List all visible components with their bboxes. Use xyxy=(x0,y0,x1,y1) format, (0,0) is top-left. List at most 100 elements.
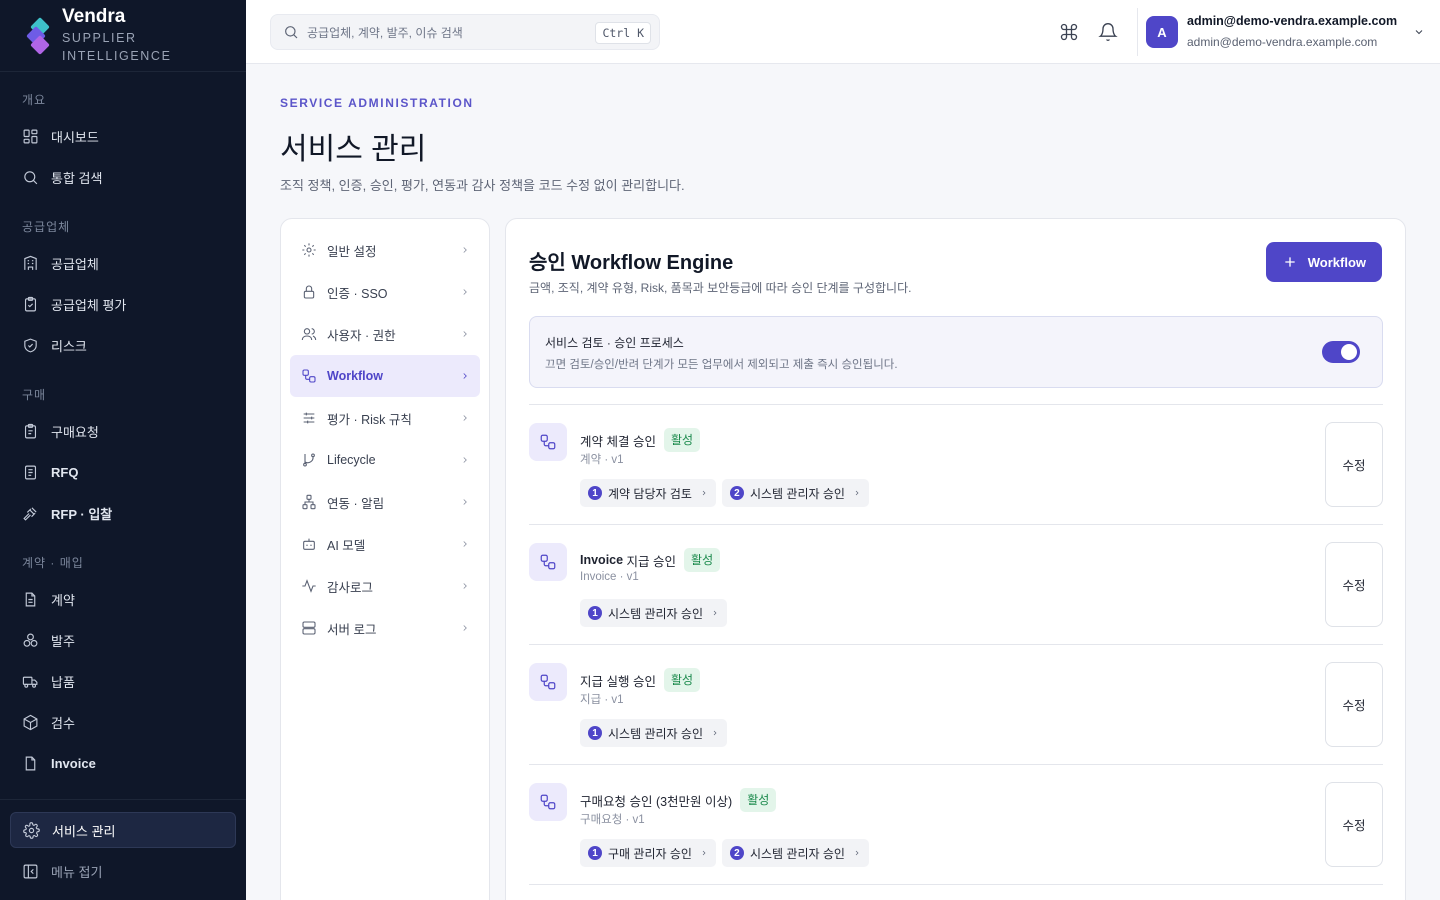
settings-nav-evaluation-risk[interactable]: 평가 · Risk 규칙 xyxy=(290,397,480,439)
sidebar-item-risk[interactable]: 리스크 xyxy=(10,327,236,363)
server-icon xyxy=(302,621,316,635)
sidebar-item-search[interactable]: 통합 검색 xyxy=(10,159,236,195)
status-badge: 활성 xyxy=(740,788,777,812)
sidebar-item-purchase-request[interactable]: 구매요청 xyxy=(10,413,236,449)
workflow-title: 구매요청 승인 (3천만원 이상) xyxy=(580,794,733,809)
chevron-right-icon xyxy=(463,331,467,337)
gear-icon xyxy=(302,243,316,257)
settings-nav-auth-sso[interactable]: 인증 · SSO xyxy=(290,271,480,313)
page-title: 서비스 관리 xyxy=(280,133,427,166)
edit-workflow-button[interactable]: 수정 xyxy=(1325,662,1383,747)
collapse-menu-button[interactable]: 메뉴 접기 xyxy=(10,853,236,889)
sidebar-item-inspection[interactable]: 검수 xyxy=(10,704,236,740)
nav-section-purchasing: 구매 xyxy=(22,388,47,402)
workflow-steps: 1 시스템 관리자 승인 xyxy=(580,719,733,747)
settings-nav-label: 연동 · 알림 xyxy=(327,496,385,511)
status-badge: 활성 xyxy=(684,548,721,572)
sidebar-item-invoice[interactable]: Invoice xyxy=(10,745,236,781)
global-search-input[interactable]: 공급업체, 계약, 발주, 이슈 검색 Ctrl K xyxy=(270,14,660,50)
settings-nav-ai-model[interactable]: AI 모델 xyxy=(290,523,480,565)
chevron-right-icon xyxy=(463,625,467,631)
workflow-row: 계약 체결 승인 활성 계약 · v1 1 계약 담당자 검토 2 시스템 관리… xyxy=(529,405,1383,525)
chevron-right-icon xyxy=(702,490,706,496)
sidebar-item-delivery[interactable]: 납품 xyxy=(10,663,236,699)
approval-process-toggle[interactable] xyxy=(1322,341,1360,363)
sidebar-item-label: 공급업체 xyxy=(51,256,99,272)
workflow-step[interactable]: 2 시스템 관리자 승인 xyxy=(721,479,869,507)
settings-nav-workflow[interactable]: Workflow xyxy=(290,355,480,397)
chevron-right-icon xyxy=(463,583,467,589)
chevron-right-icon xyxy=(855,850,859,856)
edit-workflow-button[interactable]: 수정 xyxy=(1325,422,1383,507)
search-shortcut-badge: Ctrl K xyxy=(595,22,651,44)
workflow-meta: 구매요청 · v1 xyxy=(580,814,645,826)
workflow-icon xyxy=(302,369,316,383)
chevron-right-icon xyxy=(463,415,467,421)
panel-title: 승인 Workflow Engine xyxy=(529,246,733,275)
step-label: 계약 담당자 검토 xyxy=(608,486,692,501)
workflow-step[interactable]: 1 구매 관리자 승인 xyxy=(580,839,716,867)
settings-nav-label: Lifecycle xyxy=(327,453,376,467)
user-menu[interactable]: A admin@demo-vendra.example.com admin@de… xyxy=(1137,8,1425,56)
workflow-meta: Invoice · v1 xyxy=(580,571,639,583)
workflow-title-bold: Invoice xyxy=(580,553,624,567)
edit-workflow-button[interactable]: 수정 xyxy=(1325,542,1383,627)
chevron-right-icon xyxy=(463,499,467,505)
sidebar-item-label: RFP · 입찰 xyxy=(51,506,113,522)
workflow-name: Invoice 지급 승인 활성 xyxy=(580,548,721,572)
edit-workflow-button[interactable]: 수정 xyxy=(1325,782,1383,867)
settings-nav-label: 감사로그 xyxy=(327,580,374,595)
workflow-name: 계약 체결 승인 활성 xyxy=(580,428,701,452)
brand[interactable]: Vendra SUPPLIER INTELLIGENCE xyxy=(0,0,246,72)
workflow-step[interactable]: 1 계약 담당자 검토 xyxy=(580,479,716,507)
sidebar-item-purchase-order[interactable]: 발주 xyxy=(10,622,236,658)
settings-nav-integrations[interactable]: 연동 · 알림 xyxy=(290,481,480,523)
chevron-right-icon xyxy=(713,730,717,736)
command-button[interactable] xyxy=(1059,22,1079,42)
workflow-step[interactable]: 1 시스템 관리자 승인 xyxy=(580,719,727,747)
sliders-icon xyxy=(303,412,315,424)
user-email: admin@demo-vendra.example.com xyxy=(1187,35,1378,49)
toggle-description: 끄면 검토/승인/반려 단계가 모든 업무에서 제외되고 제출 즉시 승인됩니다… xyxy=(545,359,898,371)
sidebar-item-suppliers[interactable]: 공급업체 xyxy=(10,245,236,281)
settings-nav-label: 일반 설정 xyxy=(327,244,377,259)
chevron-right-icon xyxy=(463,247,467,253)
settings-nav-label: 인증 · SSO xyxy=(327,286,388,301)
sidebar-item-contract[interactable]: 계약 xyxy=(10,581,236,617)
sidebar-item-dashboard[interactable]: 대시보드 xyxy=(10,118,236,154)
notifications-button[interactable] xyxy=(1098,22,1118,42)
sidebar-item-supplier-evaluation[interactable]: 공급업체 평가 xyxy=(10,286,236,322)
bell-icon xyxy=(1098,23,1118,42)
status-badge: 활성 xyxy=(663,668,701,692)
sidebar-item-label: 검수 xyxy=(51,715,75,731)
sidebar-item-label: RFQ xyxy=(51,464,79,480)
sidebar-item-label: Invoice xyxy=(51,755,96,771)
workflow-step[interactable]: 2 시스템 관리자 승인 xyxy=(721,839,869,867)
settings-nav-server-log[interactable]: 서버 로그 xyxy=(290,607,480,649)
collapse-menu-label: 메뉴 접기 xyxy=(51,864,103,880)
workflow-step[interactable]: 1 시스템 관리자 승인 xyxy=(580,599,727,627)
settings-nav-lifecycle[interactable]: Lifecycle xyxy=(290,439,480,481)
chevron-right-icon xyxy=(702,850,706,856)
approval-process-setting: 서비스 검토 · 승인 프로세스 끄면 검토/승인/반려 단계가 모든 업무에서… xyxy=(529,316,1383,388)
sidebar: Vendra SUPPLIER INTELLIGENCE 개요 대시보드 통합 … xyxy=(0,0,246,900)
network-icon xyxy=(302,494,316,510)
shield-check-icon xyxy=(24,338,37,352)
settings-nav-general[interactable]: 일반 설정 xyxy=(290,229,480,271)
chevron-right-icon xyxy=(463,457,467,463)
add-workflow-button[interactable]: Workflow xyxy=(1265,242,1382,282)
boxes-icon xyxy=(23,633,38,647)
settings-nav-users-permissions[interactable]: 사용자 · 권한 xyxy=(290,313,480,355)
package-check-icon xyxy=(23,714,38,730)
step-label: 시스템 관리자 승인 xyxy=(749,846,845,861)
sidebar-item-rfq[interactable]: RFQ xyxy=(10,454,236,490)
settings-nav-label: 서버 로그 xyxy=(327,622,377,637)
sidebar-item-rfp[interactable]: RFP · 입찰 xyxy=(10,495,236,531)
command-icon xyxy=(1060,23,1078,41)
workflow-meta: 계약 · v1 xyxy=(580,454,624,466)
sidebar-item-service-admin[interactable]: 서비스 관리 xyxy=(10,812,236,848)
settings-nav-audit-log[interactable]: 감사로그 xyxy=(290,565,480,607)
workflow-steps: 1 구매 관리자 승인 2 시스템 관리자 승인 xyxy=(580,839,875,867)
nav-section-contracts: 계약 · 매입 xyxy=(22,556,84,570)
step-label: 시스템 관리자 승인 xyxy=(608,726,703,741)
